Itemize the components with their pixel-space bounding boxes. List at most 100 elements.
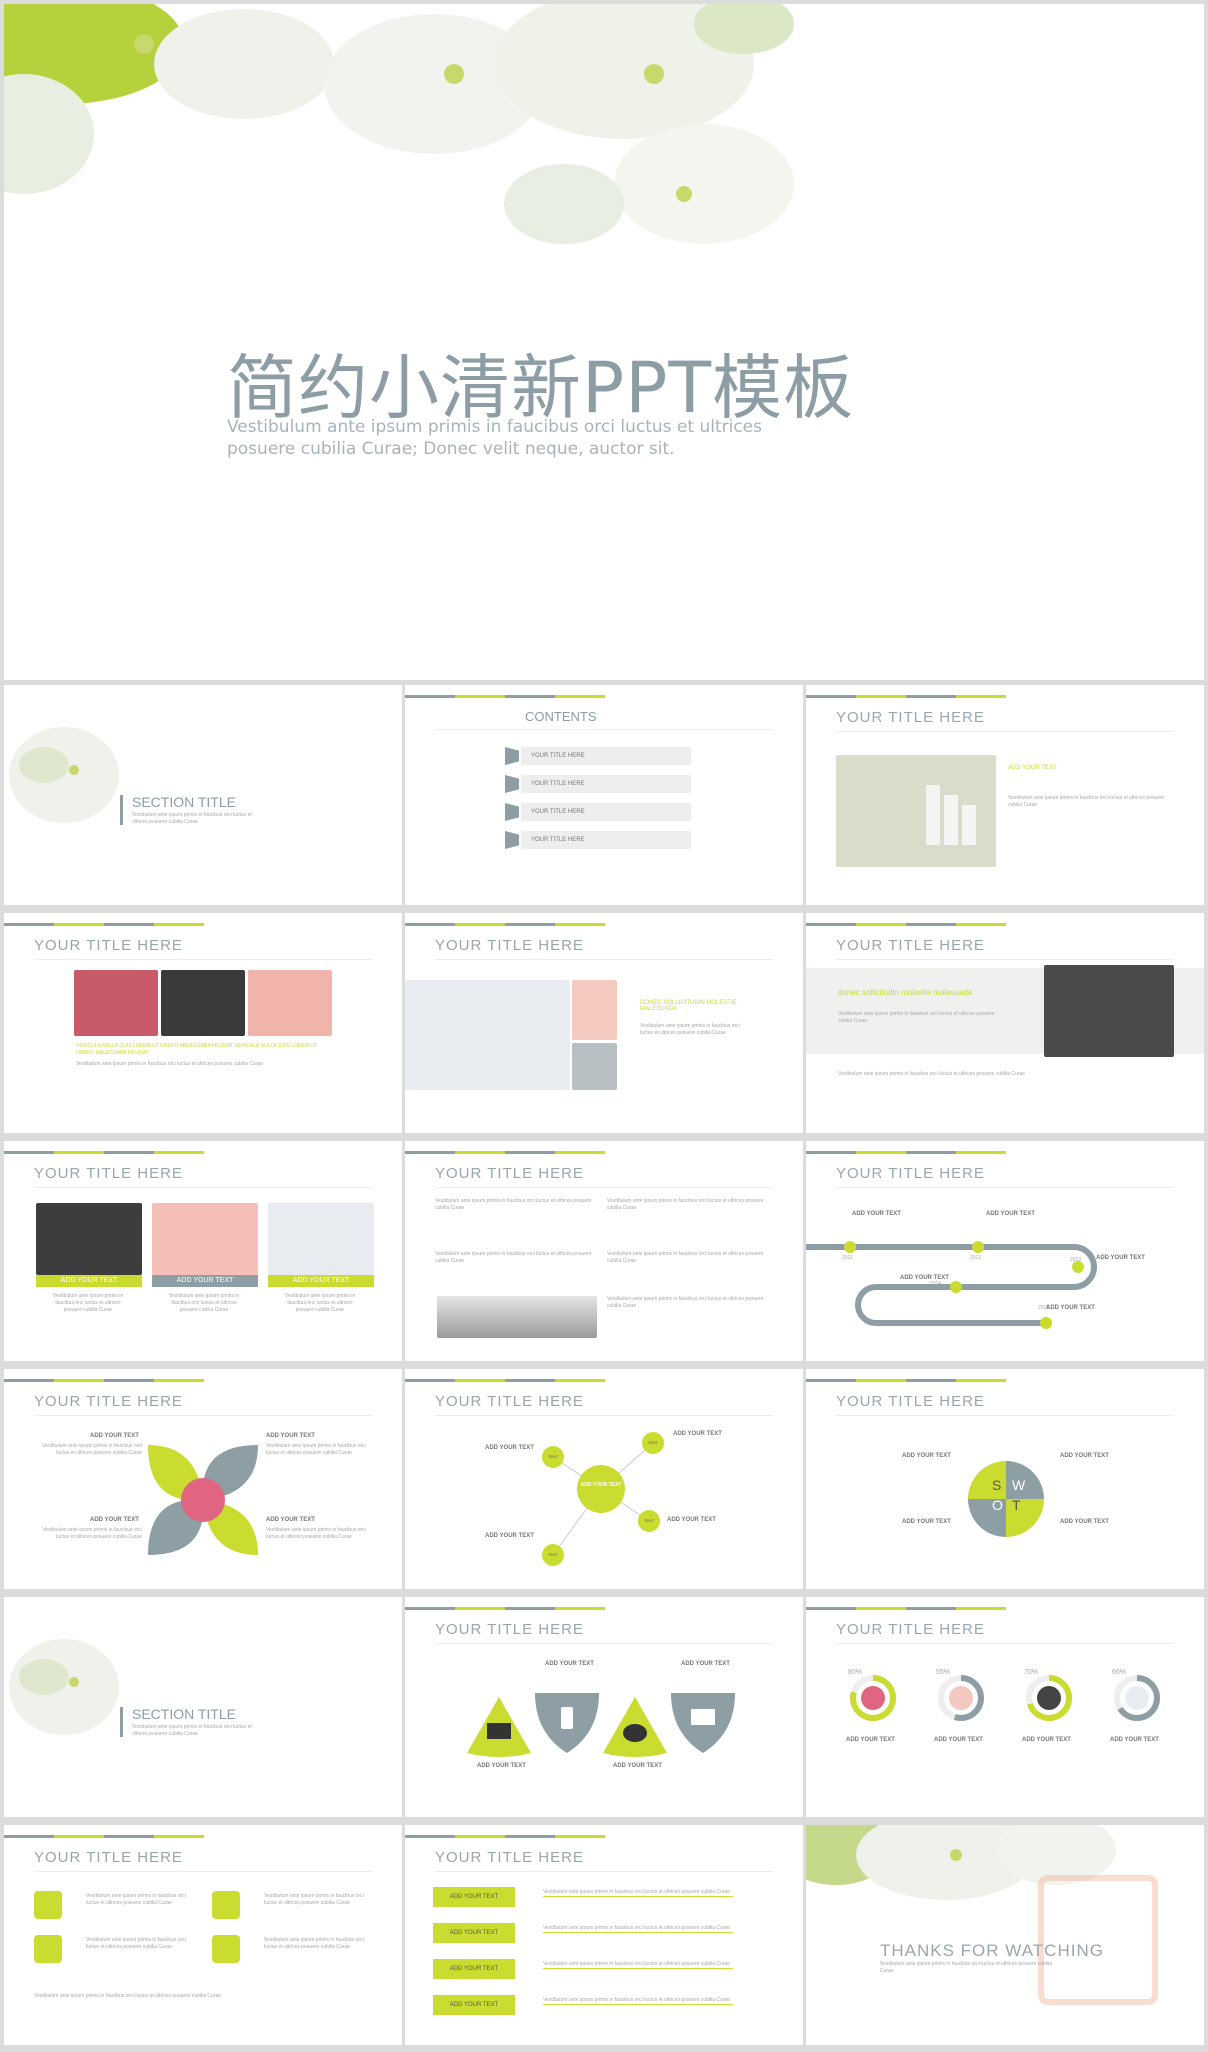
network-label: ADD YOUR TEXT (673, 1431, 722, 1437)
top-accent (405, 1141, 803, 1154)
slide-title: YOUR TITLE HERE (836, 709, 985, 726)
makeup-photo-2 (161, 970, 245, 1036)
timeline-label: ADD YOUR TEXT (852, 1211, 901, 1217)
button-list-text: Vestibulum ante ipsum primis in faucibus… (543, 1889, 733, 1897)
progress-label: ADD YOUR TEXT (1022, 1737, 1071, 1743)
network-node: TEXT (647, 1440, 659, 1445)
contents-item[interactable]: YOUR TITLE HERE (505, 831, 691, 849)
title-rule (34, 959, 372, 960)
network-node: TEXT (547, 1552, 559, 1557)
icon-label: ADD YOUR TEXT (545, 1661, 594, 1667)
slide-title: YOUR TITLE HERE (435, 937, 584, 954)
thumb-progress[interactable]: YOUR TITLE HERE 80% 55% 70% 66% ADD YOUR… (806, 1597, 1204, 1817)
slide-title: YOUR TITLE HERE (836, 1393, 985, 1410)
card-text-1: Vestibulum ante ipsum primis in faucibus… (52, 1293, 124, 1313)
network-label: ADD YOUR TEXT (667, 1517, 716, 1523)
thumb-makeup[interactable]: YOUR TITLE HERE VEHICULA NULLA QUIS LORE… (4, 913, 402, 1133)
add-text-button[interactable]: ADD YOUR TEXT (433, 1887, 515, 1907)
thumb-banner[interactable]: YOUR TITLE HERE donec sollicitudin moles… (806, 913, 1204, 1133)
network-lines (542, 1432, 664, 1566)
petal-label-br: ADD YOUR TEXT (266, 1517, 315, 1523)
top-accent (4, 1369, 402, 1382)
swot-label: ADD YOUR TEXT (1060, 1519, 1109, 1525)
title-rule (836, 1415, 1174, 1416)
slide-title: YOUR TITLE HERE (34, 1165, 183, 1182)
top-accent (806, 1597, 1204, 1610)
progress-label: ADD YOUR TEXT (934, 1737, 983, 1743)
top-accent (806, 1369, 1204, 1382)
timeline-label: ADD YOUR TEXT (900, 1275, 949, 1281)
thumb-network[interactable]: YOUR TITLE HERE ADD YOUR TEXT TEXT TEXT … (405, 1369, 803, 1589)
icon-list-text: Vestibulum ante ipsum primis in faucibus… (264, 1893, 364, 1906)
timeline-label: ADD YOUR TEXT (986, 1211, 1035, 1217)
card-label-3[interactable]: ADD YOUR TEXT (268, 1275, 374, 1287)
slide-title: YOUR TITLE HERE (836, 937, 985, 954)
add-text-button[interactable]: ADD YOUR TEXT (433, 1995, 515, 2015)
hero-subtitle: Vestibulum ante ipsum primis in faucibus… (227, 416, 787, 460)
makeup-text: Vestibulum ante ipsum primis in faucibus… (76, 1061, 264, 1067)
thumb-columns[interactable]: YOUR TITLE HERE Vestibulum ante ipsum pr… (405, 1141, 803, 1361)
progress-ring-3 (1026, 1675, 1072, 1721)
city-photo (437, 1296, 597, 1338)
thumb-icon-list[interactable]: YOUR TITLE HERE Vestibulum ante ipsum pr… (4, 1825, 402, 2045)
top-accent (405, 913, 803, 926)
card-text-2: Vestibulum ante ipsum primis in faucibus… (168, 1293, 240, 1313)
thumb-products[interactable]: YOUR TITLE HERE ADD YOUR TEXT Vestibulum… (806, 685, 1204, 905)
slide-title: YOUR TITLE HERE (435, 1165, 584, 1182)
section-subtext: Vestibulum ante ipsum primis in faucibus… (132, 812, 252, 825)
thumb-bottles[interactable]: YOUR TITLE HERE DONEC SOLLICITUDIN MOLES… (405, 913, 803, 1133)
contents-divider (435, 729, 773, 730)
petal-text-bl: Vestibulum ante ipsum primis in faucibus… (42, 1527, 142, 1540)
top-accent (4, 1825, 402, 1838)
progress-ring-2 (938, 1675, 984, 1721)
contents-item[interactable]: YOUR TITLE HERE (505, 747, 691, 765)
thumb-three-cards[interactable]: YOUR TITLE HERE ADD YOUR TEXT ADD YOUR T… (4, 1141, 402, 1361)
top-accent (405, 685, 803, 698)
add-text-button[interactable]: ADD YOUR TEXT (433, 1923, 515, 1943)
section-title: SECTION TITLE (132, 794, 236, 810)
mail-icon (671, 1693, 735, 1753)
network-node: TEXT (547, 1454, 559, 1459)
contents-item[interactable]: YOUR TITLE HERE (505, 775, 691, 793)
banner-heading: donec sollicitudin molestie malesuada (838, 988, 973, 997)
icon-list-text: Vestibulum ante ipsum primis in faucibus… (86, 1937, 186, 1950)
icon-label: ADD YOUR TEXT (681, 1661, 730, 1667)
swot-letter: T (1012, 1497, 1021, 1513)
contents-item-label: YOUR TITLE HERE (521, 831, 691, 849)
section-bar (120, 1707, 123, 1737)
thumb-section-1[interactable]: SECTION TITLE Vestibulum ante ipsum prim… (4, 685, 402, 905)
timeline-year: 2011 (842, 1255, 853, 1261)
thumb-icons[interactable]: YOUR TITLE HERE ADD YOUR TEXT ADD YOUR T… (405, 1597, 803, 1817)
thumb-button-list[interactable]: YOUR TITLE HERE ADD YOUR TEXT ADD YOUR T… (405, 1825, 803, 2045)
thumb-contents[interactable]: CONTENTS YOUR TITLE HERE YOUR TITLE HERE… (405, 685, 803, 905)
timeline-year: 2012 (970, 1255, 982, 1261)
top-accent (405, 1825, 803, 1838)
thumb-swot[interactable]: YOUR TITLE HERE S W O T ADD YOUR TEXT AD… (806, 1369, 1204, 1589)
bottles-photo-small-1 (572, 980, 617, 1040)
timeline-year: 2013 (1070, 1257, 1082, 1263)
title-rule (435, 1871, 773, 1872)
network-label: ADD YOUR TEXT (485, 1533, 534, 1539)
timeline-dot (844, 1241, 856, 1253)
petal-label-tr: ADD YOUR TEXT (266, 1433, 315, 1439)
progress-value: 55% (936, 1669, 951, 1676)
card-label-1[interactable]: ADD YOUR TEXT (36, 1275, 142, 1287)
progress-ring-1 (850, 1675, 896, 1721)
thumb-thanks[interactable]: THANKS FOR WATCHING Vestibulum ante ipsu… (806, 1825, 1204, 2045)
contents-item[interactable]: YOUR TITLE HERE (505, 803, 691, 821)
hero-slide[interactable]: 简约小清新PPT模板 Vestibulum ante ipsum primis … (4, 4, 1204, 680)
thumb-section-2[interactable]: SECTION TITLE Vestibulum ante ipsum prim… (4, 1597, 402, 1817)
swot-diagram (968, 1461, 1044, 1537)
title-rule (836, 1643, 1174, 1644)
title-rule (435, 959, 773, 960)
slide-title: YOUR TITLE HERE (435, 1621, 584, 1638)
card-label-2[interactable]: ADD YOUR TEXT (152, 1275, 258, 1287)
add-text-button[interactable]: ADD YOUR TEXT (433, 1959, 515, 1979)
swot-letter: O (992, 1497, 1003, 1513)
makeup-photo-3 (248, 970, 332, 1036)
thumb-petals[interactable]: YOUR TITLE HERE ADD YOUR TEXT ADD YOUR T… (4, 1369, 402, 1589)
icon-list-footer: Vestibulum ante ipsum primis in faucibus… (34, 1993, 222, 1999)
thumb-timeline[interactable]: YOUR TITLE HERE 2011 2012 2013 2014 2015… (806, 1141, 1204, 1361)
phone-icon (535, 1693, 599, 1753)
column-text-5: Vestibulum ante ipsum primis in faucibus… (607, 1296, 764, 1309)
